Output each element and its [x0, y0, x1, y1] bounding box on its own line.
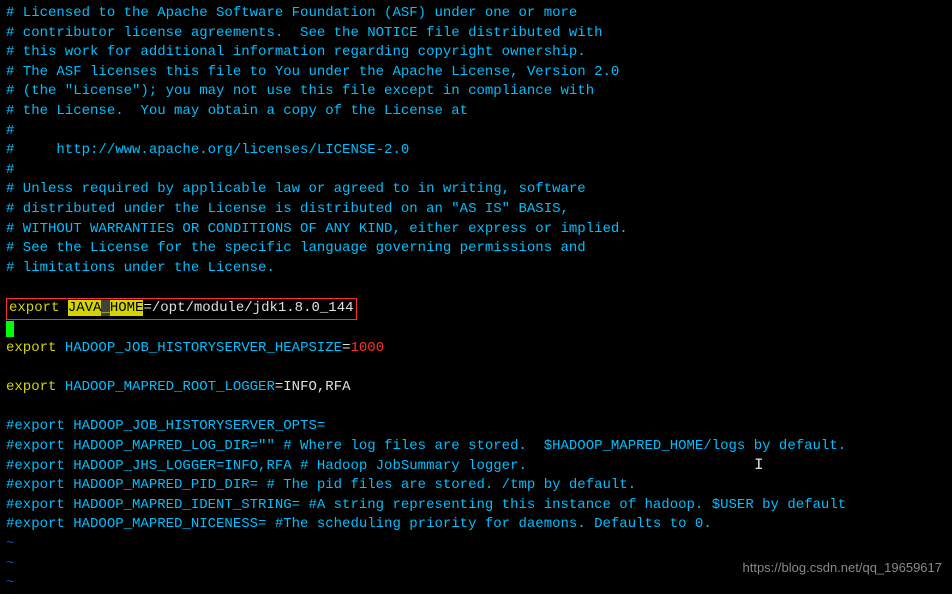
comment-line: # WITHOUT WARRANTIES OR CONDITIONS OF AN…	[6, 220, 946, 240]
comment-line: #export HADOOP_MAPRED_PID_DIR= # The pid…	[6, 476, 946, 496]
comment-line: # limitations under the License.	[6, 259, 946, 279]
export-logger-line: export HADOOP_MAPRED_ROOT_LOGGER=INFO,RF…	[6, 378, 946, 398]
vim-tilde: ~	[6, 574, 946, 594]
cursor-line	[6, 320, 946, 340]
equals: =	[143, 300, 151, 316]
home-highlight: HOME	[110, 300, 144, 316]
blank-line	[6, 278, 946, 298]
comment-line: # contributor license agreements. See th…	[6, 24, 946, 44]
comment-line: #export HADOOP_JOB_HISTORYSERVER_OPTS=	[6, 417, 946, 437]
comment-line: #export HADOOP_JHS_LOGGER=INFO,RFA # Had…	[6, 457, 946, 477]
watermark-text: https://blog.csdn.net/qq_19659617	[743, 559, 943, 577]
export-keyword: export	[6, 340, 56, 356]
var-name: HADOOP_JOB_HISTORYSERVER_HEAPSIZE	[65, 340, 342, 356]
highlight-rectangle: export JAVA_HOME=/opt/module/jdk1.8.0_14…	[6, 298, 357, 320]
vim-tilde: ~	[6, 535, 946, 555]
comment-line: # Unless required by applicable law or a…	[6, 180, 946, 200]
comment-line: # distributed under the License is distr…	[6, 200, 946, 220]
java-highlight: JAVA	[68, 300, 102, 316]
comment-line: #export HADOOP_MAPRED_NICENESS= #The sch…	[6, 515, 946, 535]
comment-line: #export HADOOP_MAPRED_LOG_DIR="" # Where…	[6, 437, 946, 457]
comment-line: # See the License for the specific langu…	[6, 239, 946, 259]
export-java-home-line: export JAVA_HOME=/opt/module/jdk1.8.0_14…	[6, 298, 946, 320]
blank-line	[6, 359, 946, 379]
comment-line: # (the "License"); you may not use this …	[6, 82, 946, 102]
export-keyword: export	[6, 379, 56, 395]
comment-line: # this work for additional information r…	[6, 43, 946, 63]
heapsize-value: 1000	[350, 340, 384, 356]
blank-line	[6, 398, 946, 418]
export-heapsize-line: export HADOOP_JOB_HISTORYSERVER_HEAPSIZE…	[6, 339, 946, 359]
terminal-editor[interactable]: # Licensed to the Apache Software Founda…	[6, 4, 946, 594]
sep-highlight: _	[101, 300, 109, 316]
comment-line: #	[6, 161, 946, 181]
comment-line: #	[6, 122, 946, 142]
comment-line: # Licensed to the Apache Software Founda…	[6, 4, 946, 24]
logger-value: INFO,RFA	[283, 379, 350, 395]
java-home-value: /opt/module/jdk1.8.0_144	[152, 300, 354, 316]
comment-line: #export HADOOP_MAPRED_IDENT_STRING= #A s…	[6, 496, 946, 516]
comment-line: # the License. You may obtain a copy of …	[6, 102, 946, 122]
comment-line: # http://www.apache.org/licenses/LICENSE…	[6, 141, 946, 161]
export-keyword: export	[9, 300, 59, 316]
var-name: HADOOP_MAPRED_ROOT_LOGGER	[65, 379, 275, 395]
comment-line: # The ASF licenses this file to You unde…	[6, 63, 946, 83]
text-cursor	[6, 321, 14, 337]
